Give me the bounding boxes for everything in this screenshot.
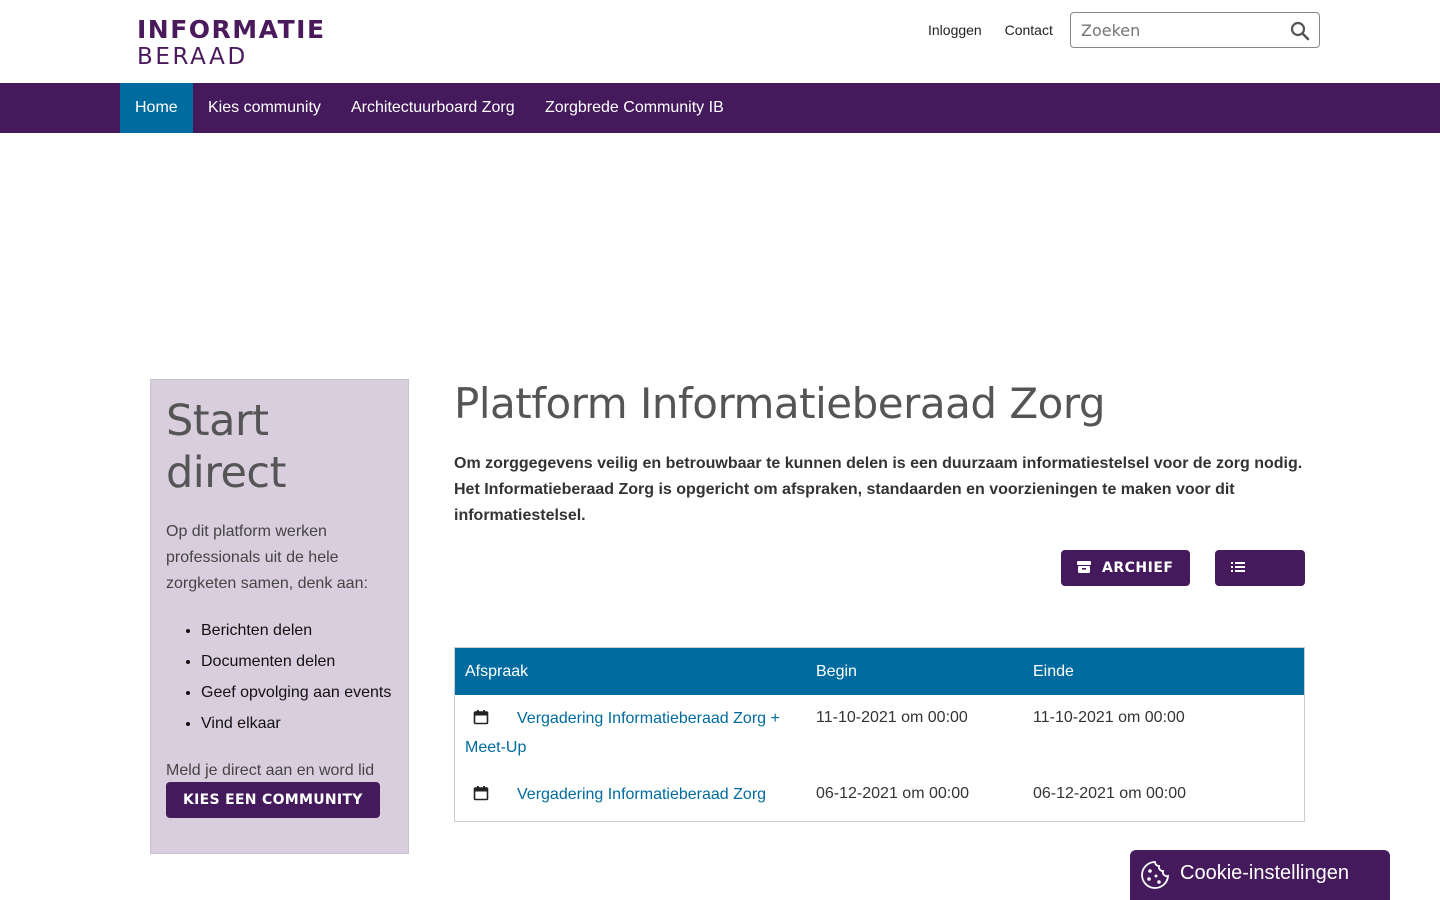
nav-item-architectuurboard-zorg[interactable]: Architectuurboard Zorg	[336, 83, 530, 133]
main-nav: Home Kies community Architectuurboard Zo…	[0, 83, 1440, 133]
event-begin: 11-10-2021 om 00:00	[816, 709, 968, 726]
list-item: Documenten delen	[201, 646, 393, 677]
nav-item-kies-community[interactable]: Kies community	[193, 83, 336, 133]
cookie-icon	[1141, 861, 1170, 889]
event-link[interactable]: Vergadering Informatieberaad Zorg	[517, 786, 766, 803]
column-header-einde[interactable]: Einde	[1033, 648, 1074, 695]
list-button[interactable]: LIJST	[1215, 550, 1305, 612]
site-header: INFORMATIE BERAAD Inloggen Contact	[0, 0, 1440, 83]
archive-button-label: ARCHIEF	[1102, 560, 1174, 576]
archive-icon	[1077, 561, 1091, 573]
column-header-begin[interactable]: Begin	[816, 648, 857, 695]
table-header: Afspraak Begin Einde	[455, 648, 1304, 695]
list-icon	[1231, 562, 1245, 572]
list-item: Geef opvolging aan events	[201, 677, 393, 708]
event-title-cell: Vergadering Informatieberaad Zorg	[465, 780, 795, 809]
nav-item-zorgbrede-community-ib[interactable]: Zorgbrede Community IB	[530, 83, 739, 133]
list-button-label: LIJST	[1230, 596, 1272, 612]
contact-link[interactable]: Contact	[1005, 22, 1053, 38]
cookie-settings-label: Cookie-instellingen	[1180, 862, 1349, 884]
events-table: Afspraak Begin Einde Vergadering Informa…	[454, 647, 1305, 822]
event-link[interactable]: Vergadering Informatieberaad Zorg + Meet…	[465, 710, 780, 756]
nav-item-home[interactable]: Home	[120, 83, 193, 133]
event-begin: 06-12-2021 om 00:00	[816, 785, 969, 802]
login-link[interactable]: Inloggen	[928, 22, 982, 38]
start-direct-panel: Start direct Op dit platform werken prof…	[150, 379, 409, 854]
list-item: Vind elkaar	[201, 708, 393, 739]
event-end: 06-12-2021 om 00:00	[1033, 785, 1186, 802]
search-input[interactable]	[1071, 13, 1271, 47]
search-icon[interactable]	[1290, 21, 1310, 41]
kies-een-community-button[interactable]: KIES EEN COMMUNITY	[166, 782, 380, 818]
list-item: Berichten delen	[201, 615, 393, 646]
top-links: Inloggen Contact	[928, 22, 1072, 38]
column-header-afspraak[interactable]: Afspraak	[465, 648, 528, 695]
archive-button[interactable]: ARCHIEF	[1061, 550, 1191, 586]
search-box	[1070, 12, 1320, 48]
event-title-cell: Vergadering Informatieberaad Zorg + Meet…	[465, 704, 795, 762]
sidebar-intro: Op dit platform werken professionals uit…	[166, 523, 368, 592]
sidebar-feature-list: Berichten delen Documenten delen Geef op…	[201, 615, 393, 739]
page-title: Platform Informatieberaad Zorg	[454, 379, 1106, 428]
calendar-icon	[473, 710, 489, 725]
main-content: Platform Informatieberaad Zorg Om zorgge…	[454, 379, 1305, 612]
calendar-icon	[473, 786, 489, 801]
site-logo[interactable]: INFORMATIE BERAAD	[137, 15, 337, 71]
sidebar-title: Start direct	[166, 396, 286, 498]
cookie-settings-button[interactable]: Cookie-instellingen	[1130, 850, 1390, 900]
logo-line-2: BERAAD	[137, 44, 248, 70]
event-end: 11-10-2021 om 00:00	[1033, 709, 1185, 726]
logo-line-1: INFORMATIE	[137, 15, 326, 44]
page-lead: Om zorggegevens veilig en betrouwbaar te…	[454, 455, 1303, 524]
